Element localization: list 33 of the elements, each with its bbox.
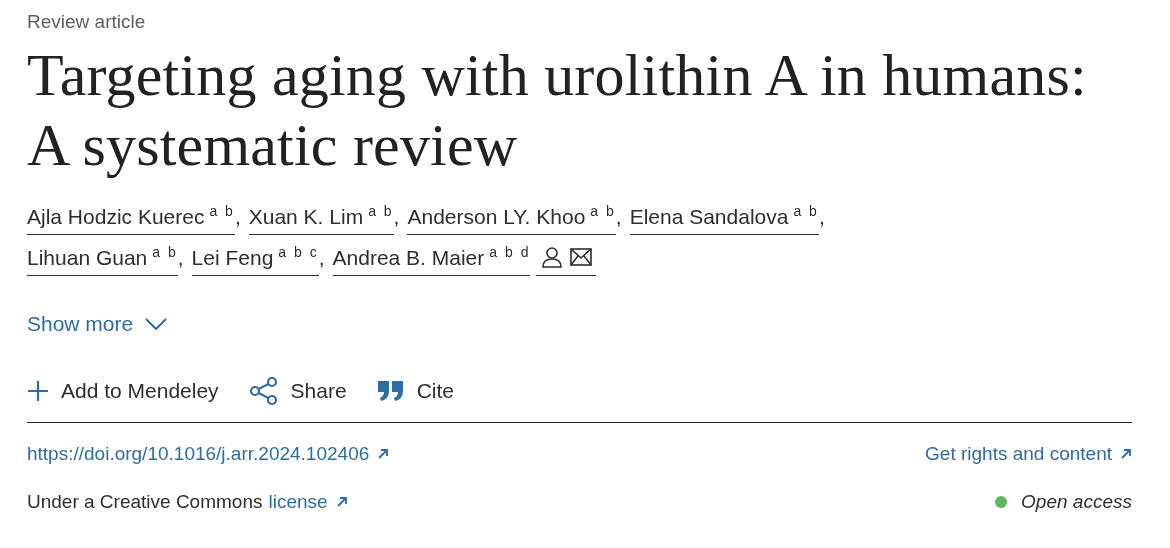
share-icon <box>248 376 279 406</box>
comma: , <box>818 204 825 230</box>
rights-link[interactable]: Get rights and content <box>925 443 1132 465</box>
license-text: Under a Creative Commons <box>27 491 263 513</box>
person-icon <box>542 245 563 268</box>
license-link[interactable]: license <box>268 491 348 513</box>
author-link[interactable]: Elena Sandalova $^{a b}$ <box>629 202 819 235</box>
doi-link[interactable]: https://doi.org/10.1016/j.arr.2024.102406 <box>27 443 390 465</box>
author-link[interactable]: Lei Feng a b c <box>191 243 319 276</box>
comma: , <box>177 245 184 271</box>
external-link-icon <box>335 496 348 508</box>
share-button[interactable]: Share <box>248 376 347 406</box>
comma: , <box>234 204 241 230</box>
show-more-button[interactable]: Show more <box>27 312 168 336</box>
author-link[interactable]: Anderson LY. Khoo $^{a b}$ <box>407 202 616 235</box>
plus-icon <box>27 380 49 402</box>
comma: , <box>615 204 622 230</box>
article-type: Review article <box>27 10 147 34</box>
author-link[interactable]: Lihuan Guan $^{a b}$ <box>27 243 178 276</box>
author-link[interactable]: Andrea B. Maier a b d <box>332 243 531 276</box>
mail-icon <box>570 247 593 266</box>
comma: , <box>318 245 325 271</box>
author-link[interactable]: Xuan K. Lim $^{a b}$ <box>248 202 394 235</box>
comma: , <box>393 204 400 230</box>
open-access-label: Open access <box>1021 491 1132 513</box>
article-title: Targeting aging with urolithin A in humans: A systematic review <box>27 41 1088 180</box>
quote-icon <box>376 380 405 402</box>
add-button[interactable]: Add to Mendeley <box>27 376 219 406</box>
external-link-icon <box>377 448 390 460</box>
chevron-down-icon <box>145 318 168 330</box>
cite-button[interactable]: Cite <box>376 376 454 406</box>
author-link[interactable]: Ajla Hodzic Kuerec $^{a b}$ <box>27 202 235 235</box>
external-link-icon <box>1120 448 1132 460</box>
